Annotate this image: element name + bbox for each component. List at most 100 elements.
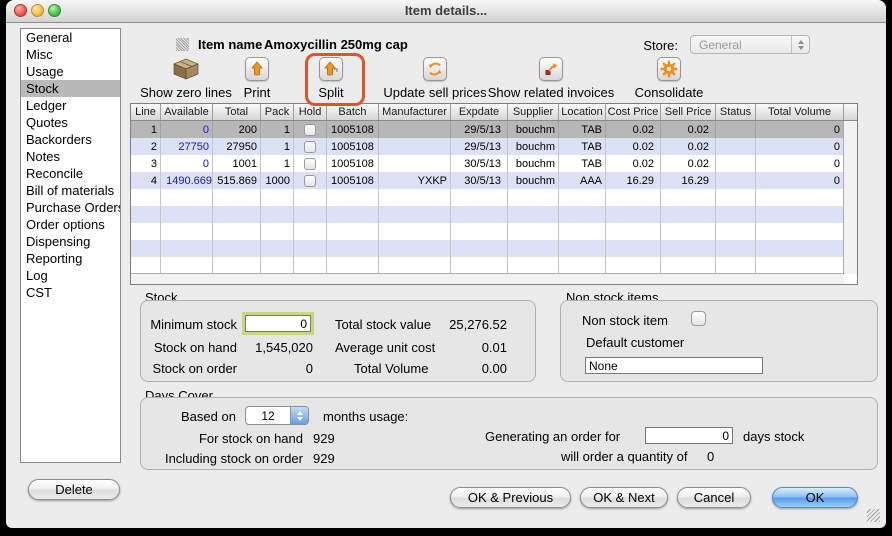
cell-batch: 1005108 [327,138,379,155]
sidebar-item-ledger[interactable]: Ledger [21,97,120,114]
sidebar: General Misc Usage Stock Ledger Quotes B… [20,28,121,463]
generating-order-input[interactable] [645,427,733,444]
split-button[interactable]: Split [291,55,371,100]
months-dropdown-value: 12 [246,409,290,423]
sidebar-item-cst[interactable]: CST [21,284,120,301]
item-name-label: Item name [198,37,262,52]
hold-checkbox[interactable] [304,175,316,187]
update-sell-prices-button[interactable]: Update sell prices [375,55,495,100]
non-stock-item-checkbox[interactable] [691,311,706,326]
cell-expdate: 30/5/13 [451,172,508,189]
cell-pack: 1 [261,155,294,172]
average-unit-cost-value: 0.01 [441,340,507,355]
table-row[interactable]: 2 27750 27950 1 1005108 29/5/13 bouchm T… [131,138,844,155]
for-stock-on-hand-value: 929 [313,431,335,446]
cell-line: 3 [131,155,161,172]
consolidate-button[interactable]: Consolidate [619,55,719,100]
horizontal-scrollbar[interactable] [131,273,844,284]
col-header-blank [844,104,857,120]
total-stock-value: 25,276.52 [441,317,507,332]
gear-icon [657,57,681,81]
toolbar-label: Consolidate [635,85,704,100]
col-header-line[interactable]: Line [131,104,161,120]
table-row[interactable]: 1 0 200 1 1005108 29/5/13 bouchm TAB 0.0… [131,121,844,138]
col-header-manufacturer[interactable]: Manufacturer [379,104,451,120]
including-stock-on-order-value: 929 [313,451,335,466]
col-header-expdate[interactable]: Expdate [451,104,508,120]
arrow-icon [319,57,343,81]
sidebar-item-stock[interactable]: Stock [21,80,120,97]
cell-pack: 1 [261,138,294,155]
including-stock-on-order-label: Including stock on order [141,451,303,466]
cell-status [716,155,756,172]
col-header-location[interactable]: Location [559,104,606,120]
delete-button[interactable]: Delete [28,479,120,500]
stock-total-volume-value-label-row-value: 0 [237,361,313,376]
sidebar-item-log[interactable]: Log [21,267,120,284]
months-dropdown-stepper-icon [290,407,308,424]
sidebar-item-bill-of-materials[interactable]: Bill of materials [21,182,120,199]
col-header-pack[interactable]: Pack [261,104,294,120]
table-row[interactable]: 3 0 1001 1 1005108 30/5/13 bouchm TAB 0.… [131,155,844,172]
cell-batch: 1005108 [327,155,379,172]
ok-previous-button[interactable]: OK & Previous [450,487,571,508]
col-header-status[interactable]: Status [716,104,756,120]
sidebar-item-order-options[interactable]: Order options [21,216,120,233]
sidebar-item-reconcile[interactable]: Reconcile [21,165,120,182]
hold-checkbox[interactable] [304,124,316,136]
sidebar-item-backorders[interactable]: Backorders [21,131,120,148]
col-header-sell-price[interactable]: Sell Price [661,104,716,120]
cell-available: 27750 [161,138,213,155]
cell-status [716,138,756,155]
toolbar-label: Split [318,85,343,100]
generating-order-label: Generating an order for [485,429,620,444]
sidebar-item-quotes[interactable]: Quotes [21,114,120,131]
sidebar-item-general[interactable]: General [21,29,120,46]
non-stock-group: Non stock item Default customer [560,300,878,382]
print-button[interactable]: Print [217,55,297,100]
cell-line: 2 [131,138,161,155]
cell-sell-price: 16.29 [661,172,716,189]
col-header-available[interactable]: Available [161,104,213,120]
sidebar-item-notes[interactable]: Notes [21,148,120,165]
col-header-hold[interactable]: Hold [294,104,327,120]
cell-manufacturer [379,121,451,138]
empty-table-row [131,223,844,240]
minimum-stock-input[interactable] [245,315,311,332]
empty-table-row [131,257,844,274]
store-dropdown[interactable]: General [690,35,810,54]
item-icon [176,38,189,51]
col-header-total-volume[interactable]: Total Volume [756,104,844,120]
col-header-batch[interactable]: Batch [327,104,379,120]
invoice-icon [539,57,563,81]
cell-status [716,121,756,138]
sidebar-item-dispensing[interactable]: Dispensing [21,233,120,250]
resize-grip[interactable] [867,509,880,522]
table-row[interactable]: 4 1490.669 515.869 1000 1005108 YXKP 30/… [131,172,844,189]
col-header-cost-price[interactable]: Cost Price [606,104,661,120]
cell-supplier: bouchm [508,155,559,172]
cell-line: 4 [131,172,161,189]
show-related-invoices-button[interactable]: Show related invoices [481,55,621,100]
col-header-supplier[interactable]: Supplier [508,104,559,120]
ok-next-button[interactable]: OK & Next [580,487,668,508]
sidebar-item-usage[interactable]: Usage [21,63,120,80]
col-header-total[interactable]: Total [213,104,261,120]
sidebar-item-purchase-orders[interactable]: Purchase Orders [21,199,120,216]
cell-cost-price: 0.02 [606,138,661,155]
empty-table-row [131,189,844,206]
cancel-button[interactable]: Cancel [677,487,751,508]
hold-checkbox[interactable] [304,141,316,153]
sidebar-item-reporting[interactable]: Reporting [21,250,120,267]
default-customer-input[interactable] [585,357,763,374]
months-dropdown[interactable]: 12 [245,406,309,425]
sidebar-item-misc[interactable]: Misc [21,46,120,63]
titlebar: Item details... [6,0,886,23]
ok-button[interactable]: OK [772,487,858,508]
cell-location: TAB [559,121,606,138]
stock-on-hand-label: Stock on hand [141,340,237,355]
vertical-scrollbar[interactable] [843,121,857,274]
cell-batch: 1005108 [327,172,379,189]
hold-checkbox[interactable] [304,158,316,170]
toolbar-label: Print [244,85,271,100]
